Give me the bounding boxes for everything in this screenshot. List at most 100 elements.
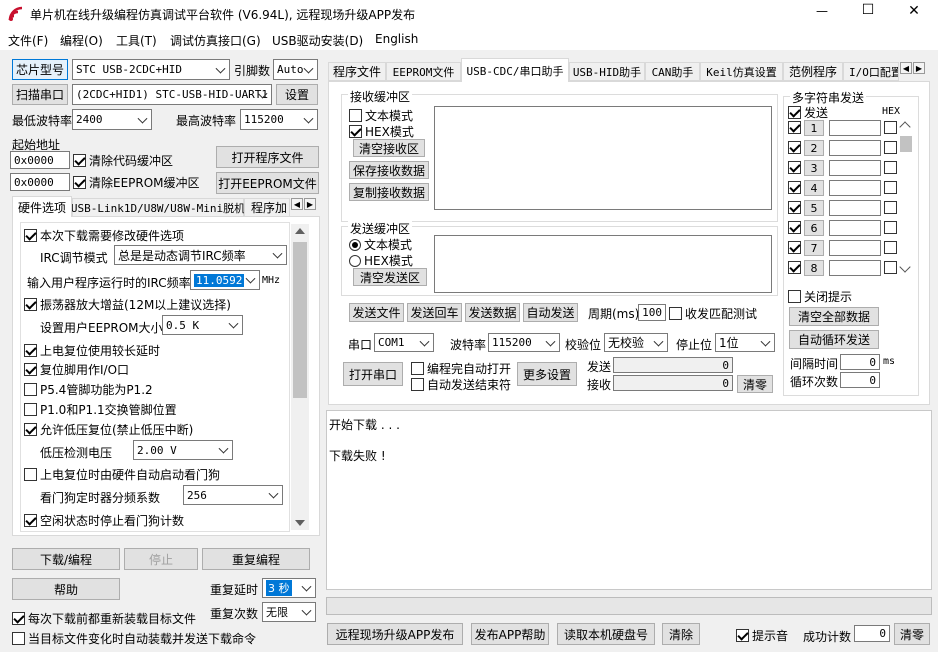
menu-file[interactable]: 文件(F)	[8, 32, 48, 49]
clear-send-button[interactable]: 清空发送区	[353, 268, 427, 286]
code-start-address[interactable]: 0x0000	[10, 151, 70, 169]
repeat-delay-select[interactable]: 3 秒	[262, 578, 316, 598]
menu-debug[interactable]: 调试仿真接口(G)	[170, 32, 261, 49]
multi-row-hex-checkbox[interactable]	[884, 201, 900, 214]
stop-bits-select[interactable]: 1位	[715, 333, 775, 352]
publish-app-help-button[interactable]: 发布APP帮助	[471, 623, 549, 645]
pin-count-select[interactable]: Auto	[273, 59, 318, 80]
menu-program[interactable]: 编程(O)	[60, 32, 103, 49]
port-select[interactable]: (2CDC+HID1) STC-USB-HID-UART1	[72, 84, 272, 105]
menu-english[interactable]: English	[375, 32, 418, 46]
min-baud-select[interactable]: 2400	[72, 109, 152, 130]
read-disk-id-button[interactable]: 读取本机硬盘号	[557, 623, 655, 645]
auto-reload-on-change-checkbox[interactable]: 当目标文件变化时自动装载并发送下载命令	[12, 630, 256, 647]
tab-usb-hid[interactable]: USB-HID助手	[569, 62, 645, 81]
wdt-divider-select[interactable]: 256	[183, 485, 283, 505]
multi-row-text-input[interactable]	[829, 180, 881, 196]
wdt-auto-start-checkbox[interactable]: 上电复位时由硬件自动启动看门狗	[24, 466, 220, 483]
minimize-button[interactable]: —	[808, 4, 836, 24]
scan-port-button[interactable]: 扫描串口	[12, 84, 68, 105]
multi-row-send-button[interactable]: 6	[804, 220, 824, 236]
match-test-checkbox[interactable]: 收发匹配测试	[669, 305, 757, 322]
multi-string-scrollbar[interactable]	[899, 120, 913, 276]
multi-row-text-input[interactable]	[829, 120, 881, 136]
eeprom-start-address[interactable]: 0x0000	[10, 173, 70, 191]
help-button[interactable]: 帮助	[12, 578, 120, 600]
multi-row-text-input[interactable]	[829, 260, 881, 276]
chip-model-select[interactable]: STC USB-2CDC+HID	[72, 59, 230, 80]
send-text-mode-radio[interactable]: 文本模式	[349, 236, 412, 253]
multi-row-hex-checkbox[interactable]	[884, 121, 900, 134]
power-on-reset-delay-checkbox[interactable]: 上电复位使用较长延时	[24, 342, 160, 359]
multi-row-send-checkbox[interactable]	[788, 121, 804, 134]
multi-row-send-button[interactable]: 2	[804, 140, 824, 156]
p54-function-checkbox[interactable]: P5.4管脚功能为P1.2	[24, 381, 153, 398]
multi-row-text-input[interactable]	[829, 140, 881, 156]
multi-row-hex-checkbox[interactable]	[884, 181, 900, 194]
receive-text-mode-checkbox[interactable]: 文本模式	[349, 107, 413, 124]
tab-scroll-left[interactable]: ◀	[291, 198, 303, 210]
close-hint-checkbox[interactable]: 关闭提示	[788, 288, 852, 305]
multi-row-send-checkbox[interactable]	[788, 161, 804, 174]
reset-count-button[interactable]: 清零	[894, 623, 930, 645]
tab-keil-debug[interactable]: Keil仿真设置	[700, 62, 783, 81]
open-program-file-button[interactable]: 打开程序文件	[216, 146, 319, 168]
send-file-button[interactable]: 发送文件	[349, 303, 404, 322]
loop-count-input[interactable]: 0	[840, 372, 880, 388]
multi-row-send-button[interactable]: 4	[804, 180, 824, 196]
reset-pin-io-checkbox[interactable]: 复位脚用作I/O口	[24, 361, 129, 378]
tab-can[interactable]: CAN助手	[645, 62, 700, 81]
auto-loop-send-button[interactable]: 自动循环发送	[789, 330, 879, 349]
interval-input[interactable]: 0	[840, 354, 880, 370]
repeat-count-select[interactable]: 无限	[262, 602, 316, 622]
multi-row-send-button[interactable]: 8	[804, 260, 824, 276]
receive-hex-mode-checkbox[interactable]: HEX模式	[349, 123, 414, 140]
open-serial-button[interactable]: 打开串口	[343, 362, 403, 386]
multi-row-hex-checkbox[interactable]	[884, 221, 900, 234]
period-input[interactable]: 100	[638, 304, 666, 321]
chip-model-button[interactable]: 芯片型号	[12, 59, 68, 80]
multi-row-send-checkbox[interactable]	[788, 141, 804, 154]
oscillator-gain-checkbox[interactable]: 振荡器放大增益(12M以上建议选择)	[24, 296, 231, 313]
multi-row-hex-checkbox[interactable]	[884, 161, 900, 174]
reprogram-button[interactable]: 重复编程	[202, 548, 310, 570]
multi-row-hex-checkbox[interactable]	[884, 241, 900, 254]
tab-hardware-options[interactable]: 硬件选项	[12, 196, 72, 217]
right-tab-scroll-left[interactable]: ◀	[900, 62, 912, 74]
save-receive-button[interactable]: 保存接收数据	[349, 161, 429, 179]
clear-eeprom-buffer-checkbox[interactable]: 清除EEPROM缓冲区	[73, 174, 200, 191]
multi-row-text-input[interactable]	[829, 160, 881, 176]
send-hex-mode-radio[interactable]: HEX模式	[349, 252, 413, 269]
low-voltage-detect-select[interactable]: 2.00 V	[133, 440, 233, 460]
parity-select[interactable]: 无校验	[604, 333, 668, 352]
tab-examples[interactable]: 范例程序	[783, 62, 843, 81]
download-program-button[interactable]: 下载/编程	[12, 548, 120, 570]
multi-row-send-button[interactable]: 5	[804, 200, 824, 216]
p10-swap-checkbox[interactable]: P1.0和P1.1交换管脚位置	[24, 401, 177, 418]
multi-row-send-checkbox[interactable]	[788, 261, 804, 274]
menu-tools[interactable]: 工具(T)	[116, 32, 157, 49]
send-buffer-textarea[interactable]	[434, 235, 772, 293]
clear-all-data-button[interactable]: 清空全部数据	[789, 307, 879, 326]
multi-row-text-input[interactable]	[829, 240, 881, 256]
multi-row-text-input[interactable]	[829, 220, 881, 236]
baud-rate-select[interactable]: 115200	[488, 333, 560, 352]
more-settings-button[interactable]: 更多设置	[517, 362, 577, 386]
eeprom-size-select[interactable]: 0.5 K	[162, 315, 243, 335]
multi-row-hex-checkbox[interactable]	[884, 141, 900, 154]
clear-receive-button[interactable]: 清空接收区	[353, 139, 425, 157]
maximize-button[interactable]: ☐	[854, 2, 882, 22]
receive-buffer-textarea[interactable]	[434, 106, 772, 210]
menu-usb-driver[interactable]: USB驱动安装(D)	[272, 32, 363, 49]
max-baud-select[interactable]: 115200	[240, 109, 318, 130]
log-output[interactable]	[326, 410, 932, 590]
tab-program-file[interactable]: 程序文件	[328, 62, 386, 81]
close-button[interactable]: ✕	[900, 3, 928, 23]
stop-button[interactable]: 停止	[124, 548, 198, 570]
multi-row-send-checkbox[interactable]	[788, 221, 804, 234]
hardware-options-scrollbar[interactable]	[291, 224, 309, 530]
scroll-thumb[interactable]	[293, 242, 307, 398]
multi-row-send-checkbox[interactable]	[788, 241, 804, 254]
beep-checkbox[interactable]: 提示音	[736, 627, 788, 644]
auto-open-after-program-checkbox[interactable]: 编程完自动打开	[411, 360, 511, 377]
